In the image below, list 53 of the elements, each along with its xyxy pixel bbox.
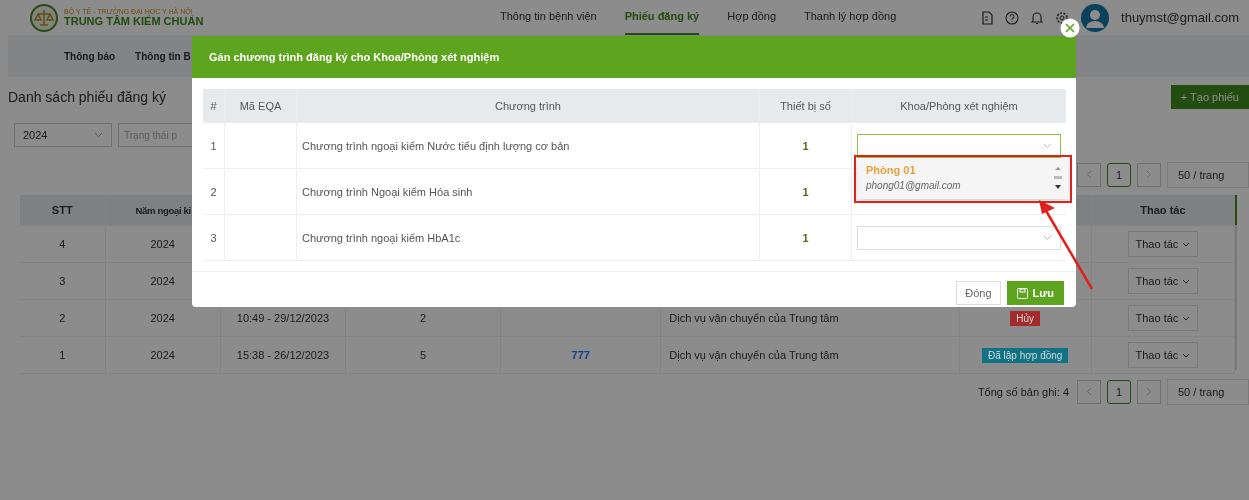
page-button[interactable]: 1 — [1107, 163, 1131, 187]
table-cell: 2 — [20, 300, 106, 336]
total-count: Tổng số bản ghi: 4 — [977, 386, 1069, 398]
table-cell: 3 — [210, 231, 217, 244]
page-size-select[interactable]: 50 / trang — [1167, 379, 1249, 405]
actions-dropdown[interactable]: Thao tác — [1127, 268, 1198, 294]
nav-tab[interactable]: Thông tin bệnh viện — [500, 0, 597, 35]
modal-title: Gán chương trình đăng ký cho Khoa/Phòng xét nghiệm — [209, 51, 500, 63]
status-tag: Đã lập hợp đồng — [982, 347, 1069, 363]
page-size-select[interactable]: 50 / trang — [1167, 162, 1249, 188]
nav-tab[interactable]: Hợp đồng — [727, 0, 777, 35]
column-header: Mã EQA — [239, 99, 282, 112]
table-cell: 1 — [802, 185, 809, 198]
subnav-item[interactable]: Thông tin B — [135, 50, 191, 62]
dropdown-option[interactable]: Phòng 01 phong01@gmail.com — [858, 159, 1054, 199]
column-header: Năm ngoại ki — [135, 204, 191, 216]
code-link[interactable]: 777 — [571, 349, 590, 361]
page-button[interactable]: 1 — [1107, 380, 1131, 404]
table-cell: 1 — [20, 337, 106, 373]
status-tag: Hủy — [1010, 310, 1041, 326]
table-cell: 15:38 - 26/12/2023 — [236, 349, 330, 361]
actions-dropdown[interactable]: Thao tác — [1127, 231, 1198, 257]
logo-title: TRUNG TÂM KIỂM CHUẨN — [64, 15, 204, 27]
table-cell: 3 — [20, 263, 106, 299]
user-email[interactable]: thuymst@gmail.com — [1121, 10, 1239, 25]
nav-tab[interactable]: Thanh lý hợp đồng — [804, 0, 897, 35]
actions-dropdown[interactable]: Thao tác — [1127, 305, 1198, 331]
table-cell: 4 — [20, 226, 106, 262]
save-button[interactable]: Lưu — [1006, 281, 1064, 305]
column-header: Khoa/Phòng xét nghiệm — [900, 99, 1018, 112]
column-header: Chương trình — [495, 99, 561, 112]
create-button[interactable]: + Tạo phiếu — [1170, 85, 1249, 109]
column-header: Thiết bị số — [780, 99, 831, 112]
page-title: Danh sách phiếu đăng ký — [8, 89, 166, 105]
table-cell: 2 — [210, 185, 217, 198]
table-cell: 1 — [802, 231, 809, 244]
actions-dropdown[interactable]: Thao tác — [1127, 342, 1198, 368]
close-button[interactable]: Đóng — [956, 281, 1001, 305]
table-cell: Chương trình ngoại kiểm Nước tiểu định lượng cơ bản — [302, 139, 570, 152]
table-cell: Chương trình Ngoại kiểm Hóa sinh — [302, 185, 473, 198]
table-cell: 2024 — [105, 337, 221, 373]
column-header: # — [210, 99, 217, 112]
column-header: STT — [20, 195, 106, 225]
table-cell: 1 — [802, 139, 809, 152]
year-select[interactable]: 2024 — [14, 123, 112, 147]
subnav-item[interactable]: Thông báo — [64, 50, 116, 62]
table-cell: 5 — [420, 349, 427, 361]
table-cell: Chương trình ngoại kiểm HbA1c — [302, 231, 461, 244]
table-cell: 2 — [420, 312, 427, 324]
table-cell: Dịch vụ vận chuyển của Trung tâm — [669, 312, 839, 324]
table-cell: Dịch vụ vận chuyển của Trung tâm — [669, 349, 839, 361]
table-cell: 1 — [210, 139, 217, 152]
table-cell: 10:49 - 29/12/2023 — [236, 312, 330, 324]
